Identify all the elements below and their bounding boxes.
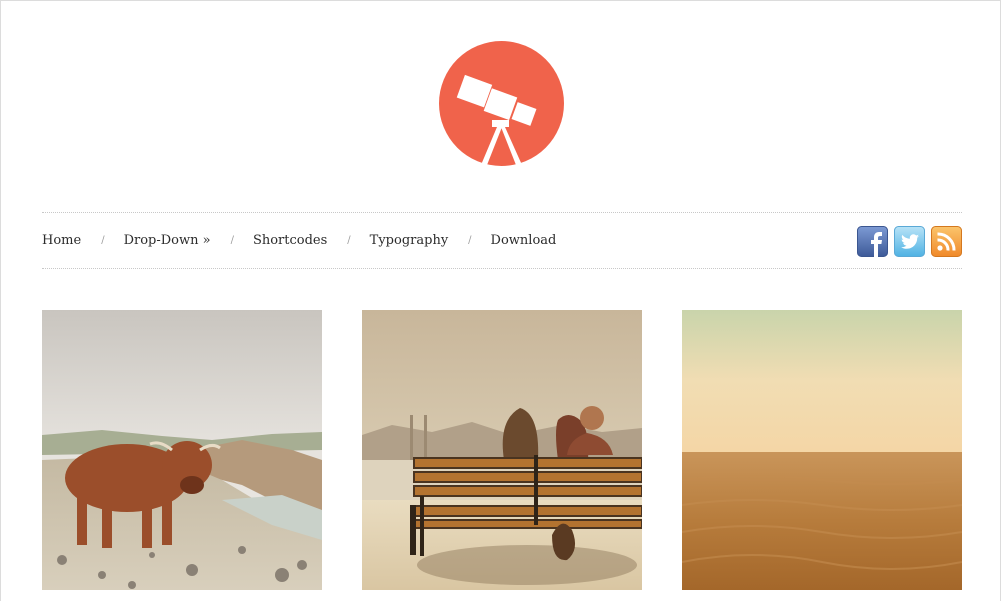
nav-separator: / (101, 235, 105, 246)
nav-item-download[interactable]: Download (491, 233, 557, 248)
gallery-tile-highland-cow[interactable] (42, 310, 322, 590)
nav-separator: / (230, 235, 234, 246)
site-logo[interactable] (439, 41, 564, 166)
telescope-logo-icon (439, 41, 564, 166)
nav-separator: / (347, 235, 351, 246)
social-links (857, 226, 962, 257)
gallery-tile-couple-on-bench[interactable] (362, 310, 642, 590)
rss-icon[interactable] (931, 226, 962, 257)
nav-menu: Home / Drop-Down » / Shortcodes / Typogr… (42, 213, 556, 268)
nav-item-drop-down[interactable]: Drop-Down » (124, 233, 211, 248)
sand-dunes-image (682, 310, 962, 590)
couple-bench-image (362, 310, 642, 590)
main-navigation: Home / Drop-Down » / Shortcodes / Typogr… (42, 212, 962, 269)
gallery-tile-sand-dunes[interactable] (682, 310, 962, 590)
nav-item-shortcodes[interactable]: Shortcodes (253, 233, 327, 248)
nav-separator: / (468, 235, 472, 246)
facebook-icon[interactable] (857, 226, 888, 257)
twitter-icon[interactable] (894, 226, 925, 257)
nav-item-typography[interactable]: Typography (370, 233, 449, 248)
highland-cow-image (42, 310, 322, 590)
nav-item-home[interactable]: Home (42, 233, 81, 248)
gallery-grid (42, 310, 962, 590)
